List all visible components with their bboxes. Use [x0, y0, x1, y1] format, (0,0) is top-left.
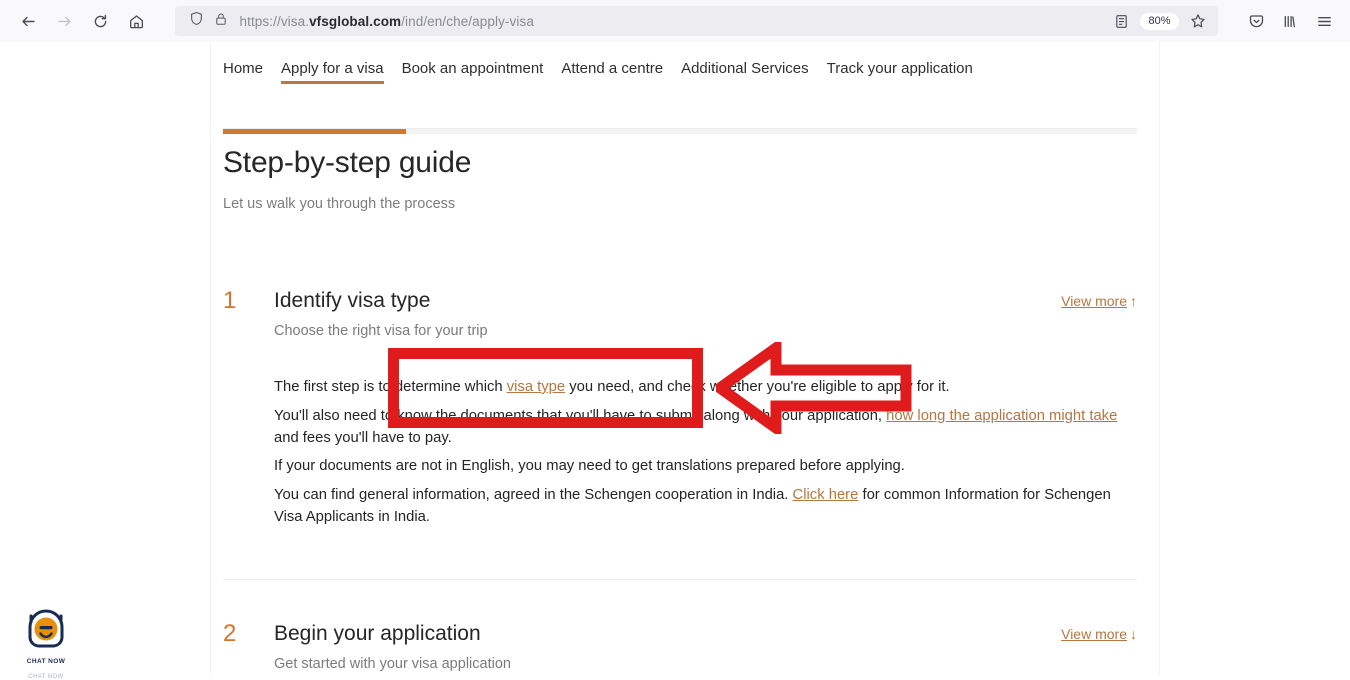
nav-tab-book-an-appointment[interactable]: Book an appointment: [393, 60, 553, 88]
paragraph: You'll also need to know the documents t…: [274, 407, 1118, 446]
padlock-icon[interactable]: [214, 12, 228, 31]
site-navigation: Home Apply for a visa Book an appointmen…: [223, 50, 982, 88]
progress-bar-fill: [223, 129, 406, 134]
nav-tab-attend-a-centre[interactable]: Attend a centre: [552, 60, 672, 88]
shield-icon[interactable]: [189, 11, 204, 31]
nav-tab-apply-for-a-visa[interactable]: Apply for a visa: [272, 60, 393, 88]
pocket-icon[interactable]: [1240, 5, 1272, 37]
inline-link[interactable]: visa type: [507, 379, 565, 395]
step-title: Identify visa type: [274, 289, 431, 312]
hamburger-menu-icon[interactable]: [1308, 5, 1340, 37]
page-viewport: Home Apply for a visa Book an appointmen…: [0, 42, 1350, 680]
nav-tab-track-your-application[interactable]: Track your application: [818, 60, 982, 88]
view-more-link-step-2[interactable]: View more ↓: [1061, 626, 1137, 642]
site-identity-icons: [189, 11, 228, 31]
step-subtitle: Get started with your visa application: [274, 656, 511, 672]
home-icon[interactable]: [120, 5, 152, 37]
paragraph: The first step is to determine which vis…: [274, 379, 950, 395]
chevron-down-icon: ↓: [1130, 626, 1137, 642]
view-more-label: View more: [1061, 293, 1127, 309]
view-more-label: View more: [1061, 626, 1127, 642]
step-title: Begin your application: [274, 622, 481, 645]
nav-tab-additional-services[interactable]: Additional Services: [672, 60, 818, 88]
step-number: 1: [223, 287, 237, 314]
star-bookmark-icon[interactable]: [1184, 8, 1212, 34]
step-number: 2: [223, 620, 237, 647]
view-more-link-step-1[interactable]: View more ↑: [1061, 293, 1137, 309]
forward-arrow-icon[interactable]: [48, 5, 80, 37]
paragraph: You can find general information, agreed…: [274, 487, 1111, 525]
reader-mode-icon[interactable]: [1107, 8, 1135, 34]
browser-nav-buttons: [0, 5, 152, 37]
inline-link[interactable]: how long the application might take: [886, 408, 1117, 424]
address-bar-actions: 80%: [1107, 8, 1211, 34]
url-text[interactable]: https://visa.vfsglobal.com/ind/en/che/ap…: [228, 14, 1108, 29]
section-divider: [223, 579, 1137, 580]
browser-right-tools: [1240, 5, 1350, 37]
chat-bubble-icon[interactable]: [24, 608, 68, 652]
address-bar[interactable]: https://visa.vfsglobal.com/ind/en/che/ap…: [174, 6, 1218, 36]
step-body-1: The first step is to determine which vis…: [274, 377, 1137, 536]
chat-now-widget[interactable]: CHAT NOW CHAT NOW: [20, 608, 72, 680]
nav-tab-home[interactable]: Home: [223, 60, 272, 88]
chevron-up-icon: ↑: [1130, 293, 1137, 309]
step-subtitle: Choose the right visa for your trip: [274, 323, 488, 339]
zoom-level-badge[interactable]: 80%: [1140, 12, 1179, 30]
page-title: Step-by-step guide: [223, 146, 472, 179]
paragraph: If your documents are not in English, yo…: [274, 458, 905, 475]
chat-now-label: CHAT NOW: [26, 658, 66, 665]
back-arrow-icon[interactable]: [12, 5, 44, 37]
site-content-frame: [210, 42, 1160, 675]
inline-link[interactable]: Click here: [793, 487, 859, 503]
reload-icon[interactable]: [84, 5, 116, 37]
page-subtitle: Let us walk you through the process: [223, 196, 456, 212]
library-icon[interactable]: [1274, 5, 1306, 37]
browser-toolbar: https://visa.vfsglobal.com/ind/en/che/ap…: [0, 0, 1350, 42]
progress-bar-track: [223, 129, 1137, 134]
